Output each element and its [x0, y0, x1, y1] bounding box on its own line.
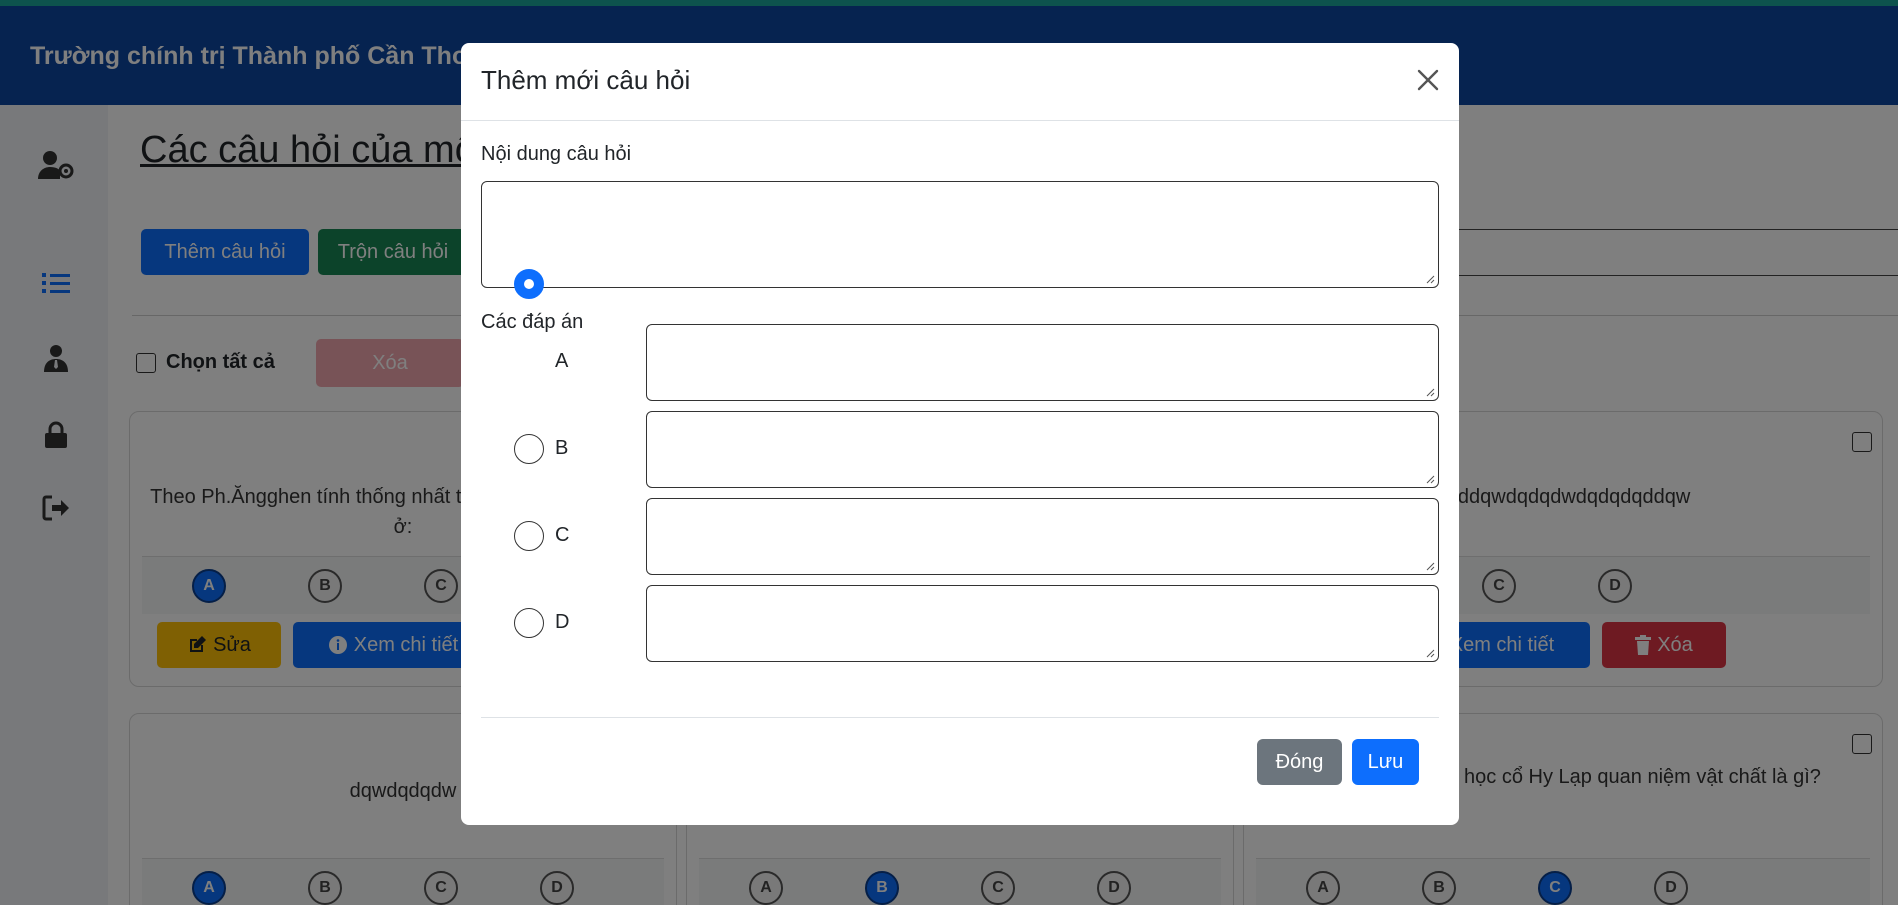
add-question-modal: Thêm mới câu hỏi Nội dung câu hỏi Các đá…: [461, 43, 1459, 825]
answer-radio-a[interactable]: [514, 269, 544, 299]
answer-radio-c[interactable]: [514, 521, 544, 551]
answer-label-c: C: [555, 524, 570, 546]
resize-grip-icon[interactable]: [1425, 648, 1435, 658]
resize-grip-icon[interactable]: [1425, 274, 1435, 284]
answer-textarea-b[interactable]: [646, 411, 1439, 488]
answer-label-d: D: [555, 611, 570, 633]
modal-footer-divider: [481, 717, 1439, 718]
save-button[interactable]: Lưu: [1352, 739, 1419, 785]
close-icon[interactable]: [1413, 65, 1443, 95]
answer-label-b: B: [555, 437, 569, 459]
modal-title: Thêm mới câu hỏi: [481, 65, 691, 95]
resize-grip-icon[interactable]: [1425, 474, 1435, 484]
resize-grip-icon[interactable]: [1425, 561, 1435, 571]
question-content-label: Nội dung câu hỏi: [481, 143, 632, 165]
answers-label: Các đáp án: [481, 311, 584, 333]
answer-textarea-d[interactable]: [646, 585, 1439, 662]
answer-textarea-a[interactable]: [646, 324, 1439, 401]
resize-grip-icon[interactable]: [1425, 387, 1435, 397]
modal-header: Thêm mới câu hỏi: [461, 43, 1459, 121]
question-content-textarea[interactable]: [481, 181, 1439, 288]
answer-textarea-c[interactable]: [646, 498, 1439, 575]
answer-radio-d[interactable]: [514, 608, 544, 638]
answer-label-a: A: [555, 350, 569, 372]
close-button[interactable]: Đóng: [1257, 739, 1342, 785]
answer-radio-b[interactable]: [514, 434, 544, 464]
